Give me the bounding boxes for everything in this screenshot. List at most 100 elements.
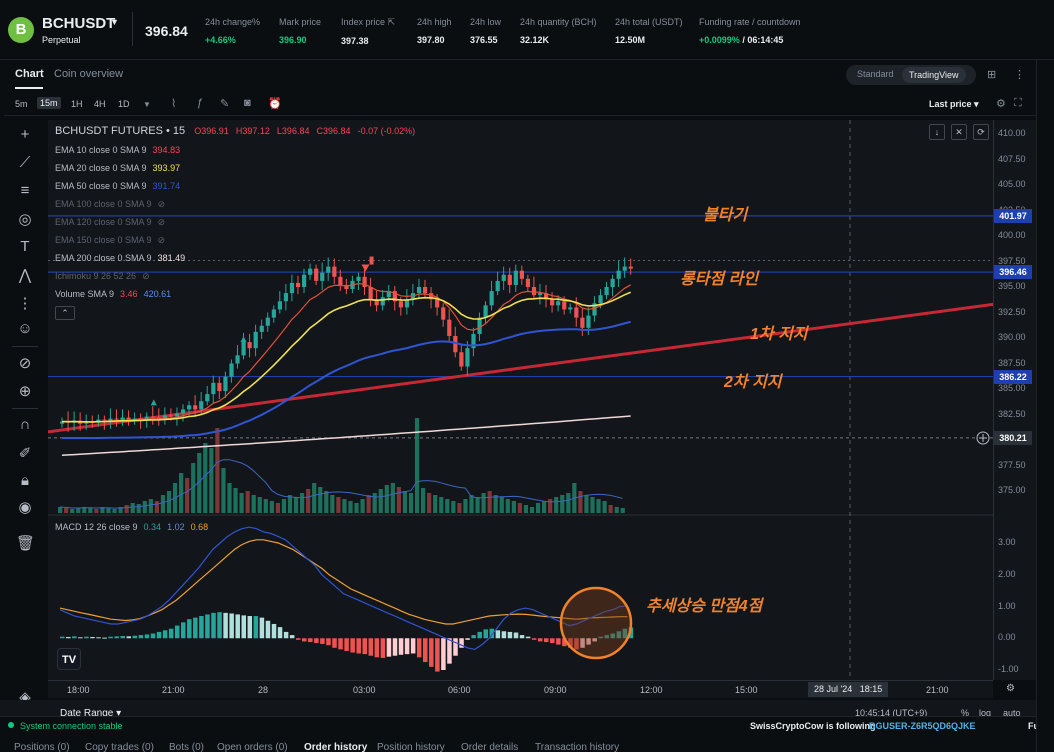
symbol-name[interactable]: BCHUSDT	[42, 15, 115, 32]
volume-bar	[221, 468, 226, 513]
macd-histogram-bar	[126, 636, 132, 639]
trendline-icon[interactable]: ⟋	[16, 154, 34, 171]
candle-body	[174, 413, 180, 417]
legend-ema200[interactable]: EMA 200 close 0 SMA 9 381.49	[55, 253, 185, 263]
volume-bar	[239, 493, 244, 513]
eye-icon[interactable]: ◉	[16, 498, 34, 516]
caret-down-icon[interactable]: ▼	[143, 100, 151, 109]
price-axis[interactable]: 410.00407.50405.00402.50400.00397.50395.…	[993, 120, 1036, 680]
projection-icon[interactable]: ⋮	[16, 294, 34, 312]
legend-ichimoku[interactable]: Ichimoku 9 26 52 26 ⊘	[55, 271, 150, 282]
tab-order-details[interactable]: Order details	[461, 742, 518, 752]
lock-drawing-icon[interactable]: ✐	[16, 444, 34, 462]
volume-bar	[185, 478, 190, 513]
legend-ema50[interactable]: EMA 50 close 0 SMA 9 391.74	[55, 181, 180, 191]
text-icon[interactable]: T	[16, 238, 34, 255]
tab-chart[interactable]: Chart	[15, 68, 44, 80]
more-vertical-icon[interactable]: ⋮	[1014, 68, 1025, 81]
macd-histogram-bar	[138, 635, 144, 639]
crosshair-icon[interactable]: +	[16, 126, 34, 143]
volume-bar	[324, 491, 329, 513]
standard-mode-button[interactable]: Standard	[857, 69, 894, 79]
legend-volume[interactable]: Volume SMA 9 3.46 420.61	[55, 289, 171, 299]
timeframe-1d[interactable]: 1D	[118, 99, 130, 109]
ema200-line	[61, 415, 631, 457]
tab-position-history[interactable]: Position history	[377, 742, 445, 752]
annotation-fire: 불타기	[703, 207, 748, 224]
stat-mark-price: Mark price 396.90	[279, 17, 322, 45]
price-axis-label: 385.00	[998, 383, 1026, 393]
tab-order-history[interactable]: Order history	[304, 742, 367, 752]
fib-icon[interactable]: ≡	[16, 182, 34, 199]
lock-icon[interactable]: 🔒︎	[16, 472, 34, 489]
legend-ema150[interactable]: EMA 150 close 0 SMA 9 ⊘	[55, 235, 165, 246]
volume-bar	[602, 501, 607, 513]
ruler-icon[interactable]: ⊘	[16, 354, 34, 372]
axis-settings-icon[interactable]: ⚙	[1006, 683, 1015, 694]
last-price-selector[interactable]: Last price ▾	[929, 99, 979, 110]
annotation-support2: 2차 지지	[724, 374, 782, 391]
tradingview-mode-button[interactable]: TradingView	[902, 67, 966, 83]
tab-positions[interactable]: Positions (0)	[14, 742, 70, 752]
arrow-down-icon[interactable]: ↓	[929, 124, 945, 140]
macd-histogram-bar	[519, 635, 525, 639]
candle-body	[501, 274, 506, 281]
settings-icon[interactable]: ⚙	[996, 97, 1006, 110]
emoji-icon[interactable]: ☺	[16, 320, 34, 337]
tab-open-orders[interactable]: Open orders (0)	[217, 742, 288, 752]
collapse-icon[interactable]: ✕	[951, 124, 967, 140]
macd-histogram-bar	[211, 612, 216, 639]
macd-histogram-bar	[199, 616, 204, 639]
legend-ema120[interactable]: EMA 120 close 0 SMA 9 ⊘	[55, 217, 165, 228]
tab-copy-trades[interactable]: Copy trades (0)	[85, 742, 154, 752]
circle-icon[interactable]: ◎	[16, 210, 34, 228]
time-crosshair-tag: 28 Jul '24 18:15	[808, 682, 889, 697]
timeframe-1h[interactable]: 1H	[71, 99, 83, 109]
chevron-down-icon[interactable]: ▼	[110, 17, 119, 27]
follower-user-link[interactable]: BGUSER-Z6R5QD6QJKE	[869, 721, 976, 731]
alarm-icon[interactable]: ⏰	[268, 97, 282, 110]
pattern-icon[interactable]: ⋀	[16, 266, 34, 284]
grid-layout-icon[interactable]: ⊞	[987, 68, 996, 81]
stat-24h-quantity: 24h quantity (BCH) 32.12K	[520, 17, 597, 45]
volume-bar	[390, 483, 395, 513]
time-axis[interactable]: 28 Jul '24 18:15 ⚙ 18:00 21:00 28 03:00 06:0…	[48, 680, 1015, 698]
macd-histogram-bar	[132, 635, 138, 639]
trash-icon[interactable]: 🗑︎	[16, 534, 35, 552]
reset-icon[interactable]: ⟳	[973, 124, 989, 140]
timeframe-15m[interactable]: 15m	[37, 97, 61, 109]
candle-body	[120, 417, 125, 420]
indicators-icon[interactable]: ƒ	[197, 97, 203, 109]
volume-bar	[535, 503, 541, 513]
volume-bar	[251, 495, 256, 513]
legend-ema10[interactable]: EMA 10 close 0 SMA 9 394.83	[55, 145, 180, 155]
support2-price-tag: 386.22	[994, 369, 1032, 384]
price-axis-label: 395.00	[998, 281, 1026, 291]
magnet-icon[interactable]: ∩	[16, 416, 34, 433]
pencil-icon[interactable]: ✎	[220, 97, 229, 110]
macd-histogram-bar	[120, 636, 125, 639]
timeframe-5m[interactable]: 5m	[15, 99, 28, 109]
macd-histogram-bar	[525, 636, 531, 639]
legend-macd[interactable]: MACD 12 26 close 9 0.34 1.02 0.68	[55, 522, 208, 532]
legend-ema20[interactable]: EMA 20 close 0 SMA 9 393.97	[55, 163, 180, 173]
timeframe-4h[interactable]: 4H	[94, 99, 106, 109]
tab-coin-overview[interactable]: Coin overview	[54, 68, 123, 80]
tab-transaction-history[interactable]: Transaction history	[535, 742, 619, 752]
fullscreen-icon[interactable]: ⛶	[1014, 97, 1022, 110]
chart-bottom-bar: Date Range ▾ 10:45:14 (UTC+9) % log auto	[0, 700, 1054, 719]
camera-icon[interactable]: ◙	[244, 97, 251, 109]
macd-histogram-bar	[247, 616, 253, 639]
collapse-legend-button[interactable]: ⌃	[55, 306, 75, 320]
volume-bar	[257, 497, 262, 513]
macd-histogram-bar	[338, 638, 343, 650]
price-chart[interactable]: BCHUSDT FUTURES • 15 O396.91 H397.12 L39…	[48, 120, 993, 680]
signal-arrow	[150, 399, 157, 406]
zoom-in-icon[interactable]: ⊕	[16, 382, 34, 400]
legend-ema100[interactable]: EMA 100 close 0 SMA 9 ⊘	[55, 199, 165, 210]
tab-bots[interactable]: Bots (0)	[169, 742, 204, 752]
chart-type-icon[interactable]: ⌇	[171, 97, 176, 110]
macd-histogram-bar	[477, 631, 482, 639]
stat-index-price[interactable]: Index price ⇱ 397.38	[341, 17, 395, 46]
order-tabs: Positions (0) Copy trades (0) Bots (0) O…	[0, 738, 1054, 752]
